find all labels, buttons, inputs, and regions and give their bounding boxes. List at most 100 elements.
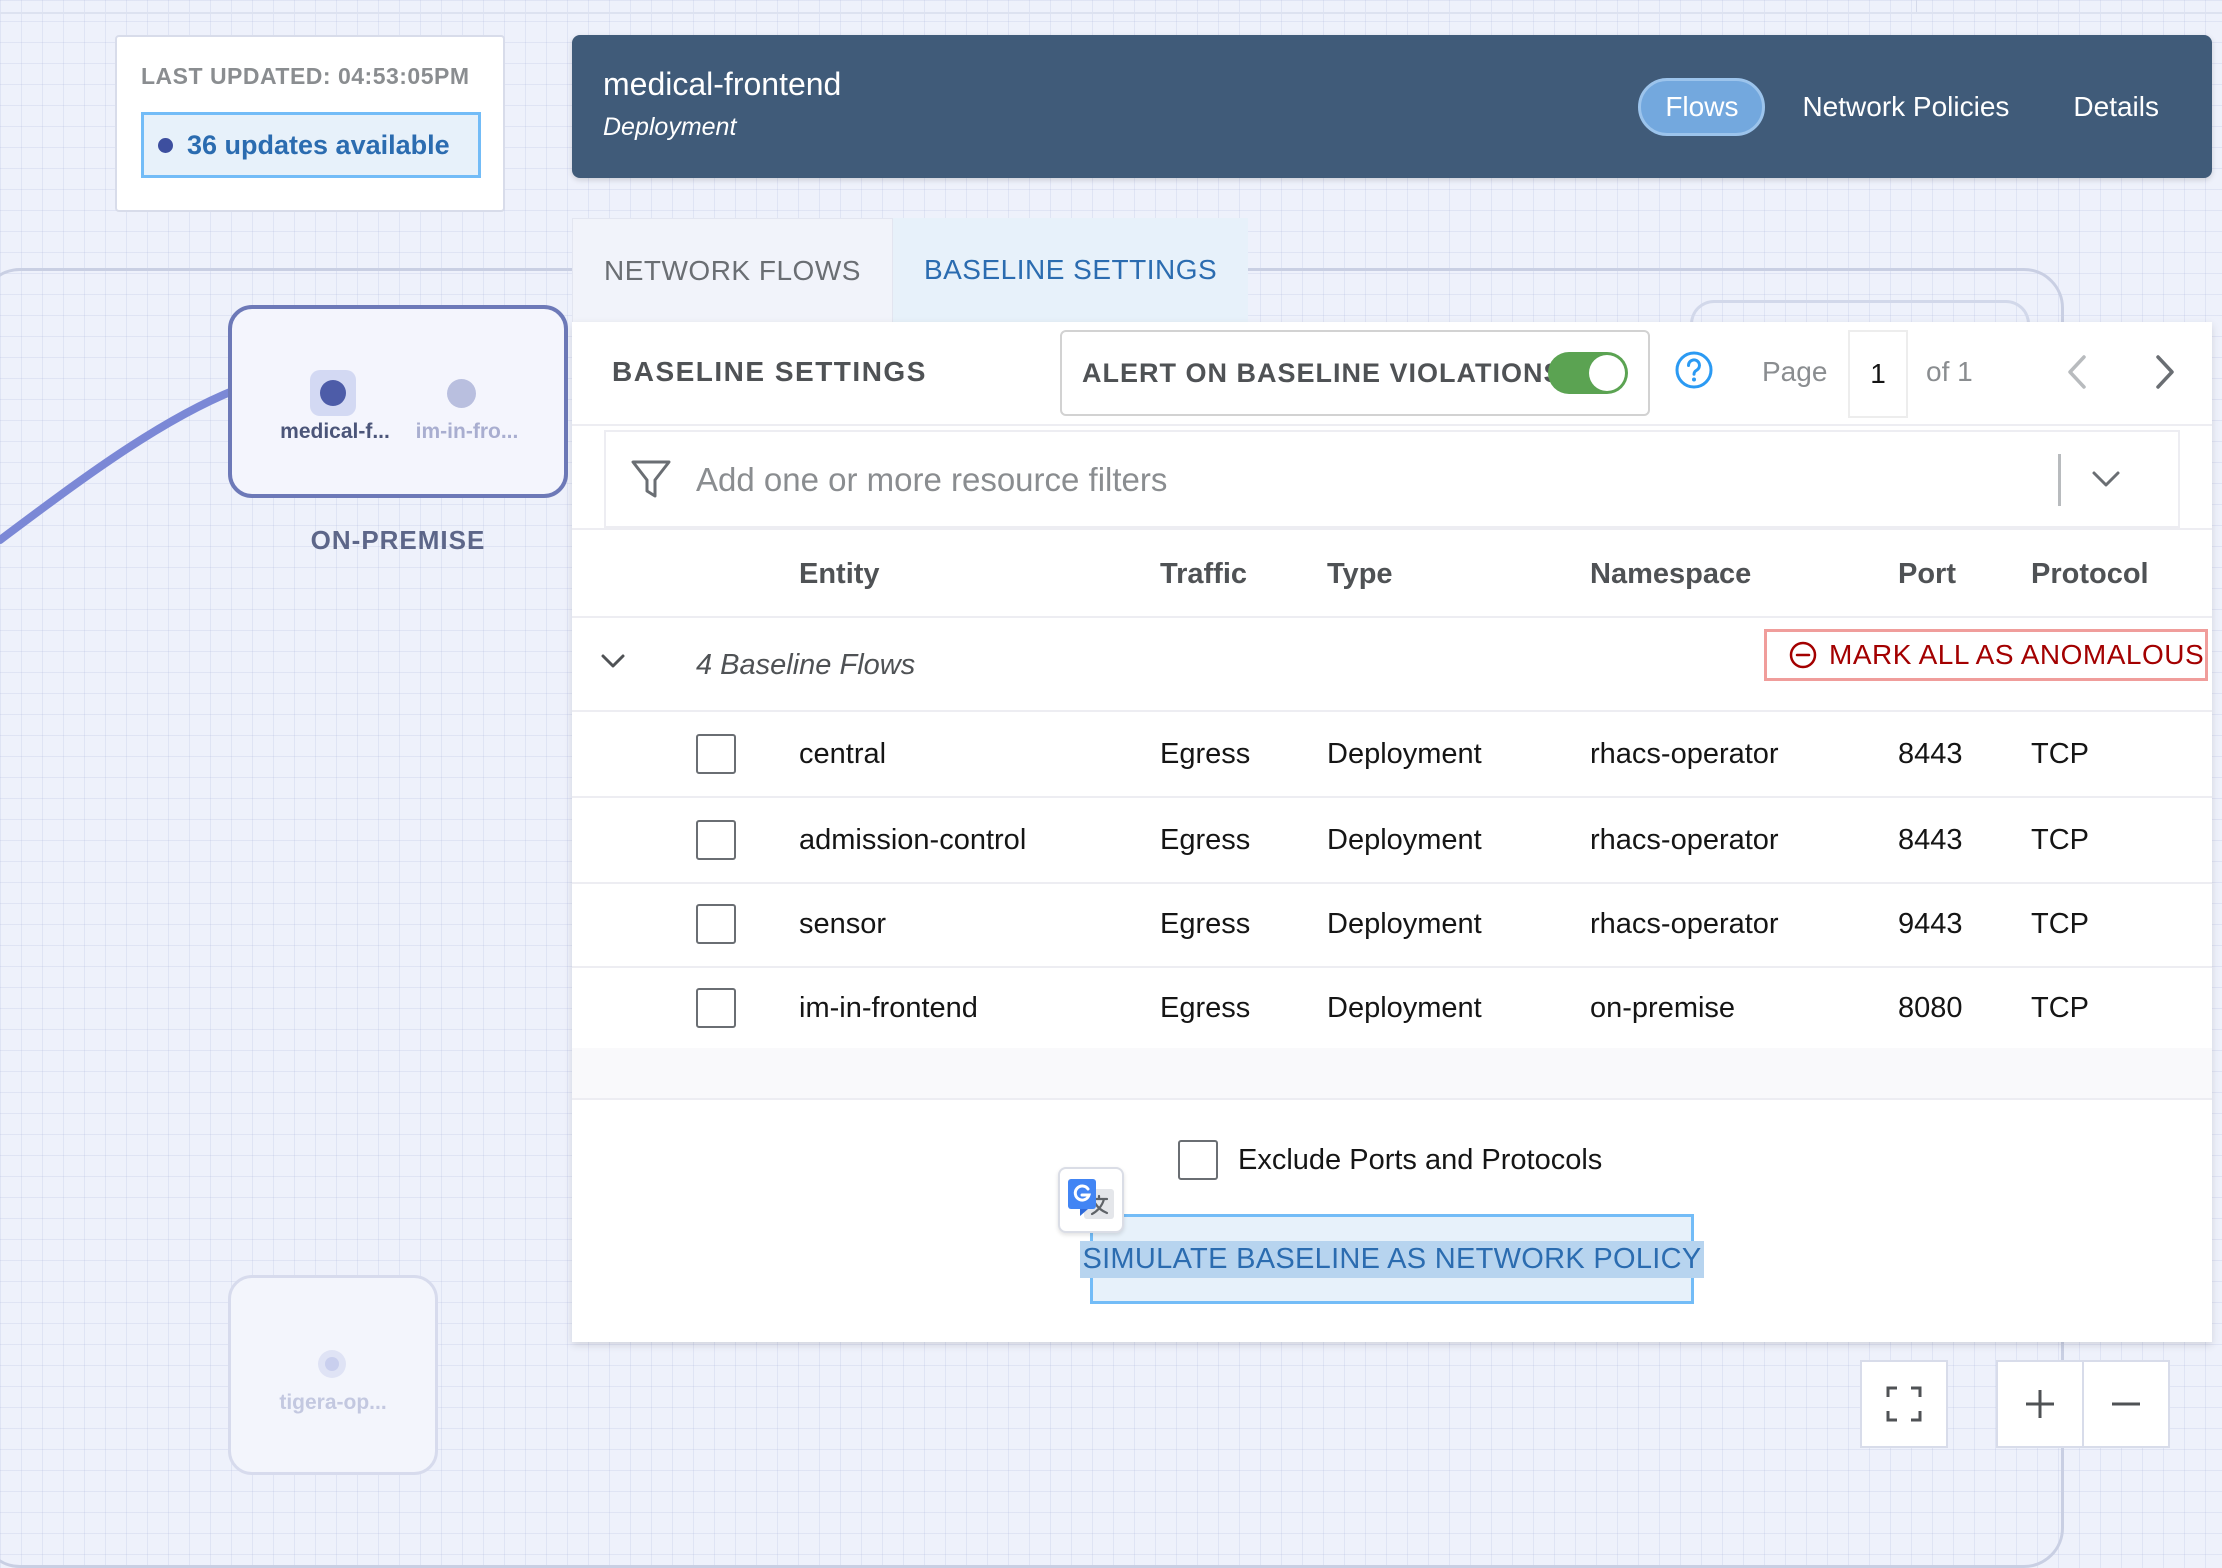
google-translate-icon [1068,1179,1114,1219]
section-title: BASELINE SETTINGS [612,356,927,387]
port-cell: 8443 [1898,738,1963,770]
exclude-ports-checkbox[interactable] [1178,1140,1218,1180]
resource-filter-input[interactable] [694,452,1998,508]
traffic-cell: Egress [1160,738,1251,770]
port-cell: 8443 [1898,824,1963,856]
mark-all-anomalous-label: MARK ALL AS ANOMALOUS [1829,639,2205,670]
canvas-ghost-tick [1916,0,1917,12]
tab-network-policies[interactable]: Network Policies [1775,78,2036,136]
alert-on-violations-label: ALERT ON BASELINE VIOLATIONS [1082,357,1563,388]
im-in-frontend-node[interactable] [447,379,476,408]
tab-details[interactable]: Details [2046,78,2186,136]
panel-subtitle: Deployment [603,113,737,141]
zoom-in-button[interactable] [1996,1360,2084,1448]
filter-divider [2058,454,2061,506]
simulate-baseline-button[interactable]: SIMULATE BASELINE AS NETWORK POLICY [1080,1214,1704,1304]
namespace-cell: on-premise [1590,992,1736,1024]
page-number-input[interactable] [1848,330,1908,418]
table-row: sensor Egress Deployment rhacs-operator … [572,882,2212,968]
column-header-protocol[interactable]: Protocol [2031,558,2149,591]
type-cell: Deployment [1327,908,1482,940]
namespace-cell: rhacs-operator [1590,908,1779,940]
row-checkbox[interactable] [696,988,736,1028]
minus-icon [2112,1402,2140,1406]
baseline-toolbar: BASELINE SETTINGS ALERT ON BASELINE VIOL… [572,322,2212,426]
port-cell: 8080 [1898,992,1963,1024]
column-header-port[interactable]: Port [1898,558,1956,591]
traffic-cell: Egress [1160,992,1251,1024]
fit-to-screen-button[interactable] [1860,1360,1948,1448]
namespace-label: ON-PREMISE [310,525,486,555]
table-row: im-in-frontend Egress Deployment on-prem… [572,966,2212,1052]
last-updated-label: LAST UPDATED: 04:53:05PM [141,63,470,89]
group-label: 4 Baseline Flows [696,649,916,681]
translate-icon[interactable] [1058,1167,1124,1233]
tab-flows[interactable]: Flows [1638,78,1766,136]
node-label: im-in-fro... [415,420,519,443]
protocol-cell: TCP [2031,738,2089,770]
on-premise-namespace-box[interactable] [228,305,568,498]
table-row: admission-control Egress Deployment rhac… [572,798,2212,884]
row-checkbox[interactable] [696,820,736,860]
chevron-right-icon[interactable] [2150,352,2180,392]
table-header: Entity Traffic Type Namespace Port Proto… [572,528,2212,618]
traffic-cell: Egress [1160,824,1251,856]
flows-sub-tabs: NETWORK FLOWS BASELINE SETTINGS [572,218,1249,322]
traffic-cell: Egress [1160,908,1251,940]
protocol-cell: TCP [2031,992,2089,1024]
zoom-out-button[interactable] [2082,1360,2170,1448]
baseline-flows-group: 4 Baseline Flows MARK ALL AS ANOMALOUS [572,618,2212,712]
page-label: Page [1762,356,1828,387]
chevron-down-icon[interactable] [2088,464,2124,494]
update-dot-icon [158,137,173,153]
tigera-operator-node[interactable] [318,1350,346,1378]
row-checkbox[interactable] [696,904,736,944]
simulate-baseline-label: SIMULATE BASELINE AS NETWORK POLICY [1080,1240,1704,1278]
minus-circle-icon [1789,641,1817,669]
panel-title: medical-frontend [603,66,842,102]
tab-baseline-settings[interactable]: BASELINE SETTINGS [892,218,1249,322]
column-header-entity[interactable]: Entity [799,558,880,591]
type-cell: Deployment [1327,992,1482,1024]
resource-filter [604,430,2180,528]
alert-on-violations-box: ALERT ON BASELINE VIOLATIONS [1060,330,1650,416]
canvas-top-rule [0,12,2222,14]
column-header-traffic[interactable]: Traffic [1160,558,1247,591]
alert-toggle[interactable] [1548,352,1628,394]
help-icon[interactable] [1674,350,1714,390]
entity-cell: central [799,738,887,770]
chevron-left-icon[interactable] [2062,352,2092,392]
entity-cell: sensor [799,908,887,940]
namespace-cell: rhacs-operator [1590,824,1779,856]
exclude-ports-label: Exclude Ports and Protocols [1238,1144,1603,1176]
type-cell: Deployment [1327,824,1482,856]
plus-icon [2026,1390,2054,1418]
table-footer-band [572,1048,2212,1100]
row-checkbox[interactable] [696,734,736,774]
last-updated-card: LAST UPDATED: 04:53:05PM 36 updates avai… [115,35,505,212]
protocol-cell: TCP [2031,824,2089,856]
medical-frontend-node[interactable] [310,370,356,416]
updates-available-button[interactable]: 36 updates available [141,112,481,178]
tab-network-flows[interactable]: NETWORK FLOWS [572,218,893,322]
node-label: medical-f... [280,420,390,443]
panel-header: medical-frontend Deployment Flows Networ… [572,35,2212,178]
filter-icon [631,460,671,498]
column-header-type[interactable]: Type [1327,558,1393,591]
protocol-cell: TCP [2031,908,2089,940]
panel-header-tabs: Flows Network Policies Details [1638,78,2186,136]
expand-icon [1886,1386,1922,1422]
type-cell: Deployment [1327,738,1482,770]
entity-cell: im-in-frontend [799,992,978,1024]
mark-all-anomalous-button[interactable]: MARK ALL AS ANOMALOUS [1764,629,2208,681]
port-cell: 9443 [1898,908,1963,940]
updates-available-label: 36 updates available [187,129,450,160]
namespace-cell: rhacs-operator [1590,738,1779,770]
chevron-down-icon[interactable] [598,646,628,676]
column-header-namespace[interactable]: Namespace [1590,558,1751,591]
node-label: tigera-op... [279,1391,387,1414]
entity-cell: admission-control [799,824,1027,856]
baseline-settings-panel: BASELINE SETTINGS ALERT ON BASELINE VIOL… [572,322,2212,1342]
page-count: of 1 [1926,356,1973,387]
table-row: central Egress Deployment rhacs-operator… [572,712,2212,798]
